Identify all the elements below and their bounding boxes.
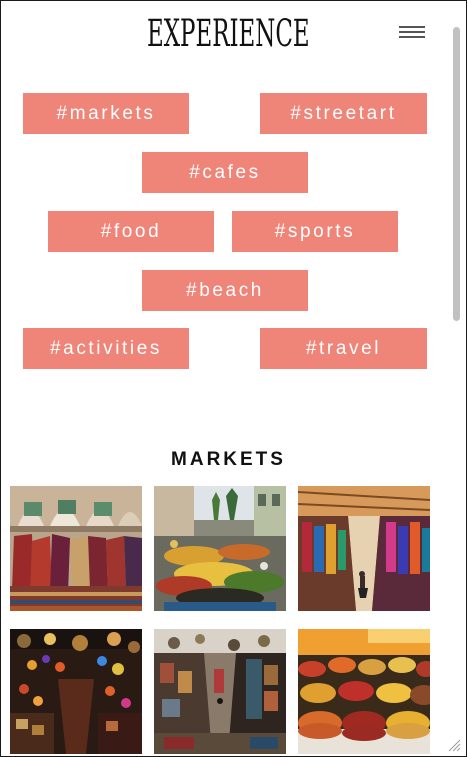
souk-alley-image bbox=[154, 629, 286, 754]
scrollbar-thumb[interactable] bbox=[453, 27, 460, 321]
market-photo-lanterns[interactable] bbox=[10, 629, 142, 754]
markets-section-title: MARKETS bbox=[171, 449, 286, 470]
menu-line bbox=[399, 31, 425, 33]
market-photo-produce[interactable] bbox=[154, 486, 286, 611]
market-photo-spices[interactable] bbox=[298, 629, 430, 754]
site-logo[interactable]: EXPERIENCE bbox=[87, 13, 369, 55]
market-photo-rugs[interactable] bbox=[10, 486, 142, 611]
tag-travel[interactable]: #travel bbox=[260, 328, 427, 369]
market-photo-alley[interactable] bbox=[298, 486, 430, 611]
page-frame: EXPERIENCE #markets #streetart #cafes #f… bbox=[0, 0, 467, 757]
menu-line bbox=[399, 26, 425, 28]
tag-beach[interactable]: #beach bbox=[142, 270, 308, 311]
tag-cafes[interactable]: #cafes bbox=[142, 152, 308, 193]
menu-line bbox=[399, 36, 425, 38]
hamburger-menu-icon[interactable] bbox=[399, 26, 425, 40]
tag-streetart[interactable]: #streetart bbox=[260, 93, 427, 134]
covered-alley-image bbox=[298, 486, 430, 611]
rug-stall-image bbox=[10, 486, 142, 611]
market-photo-souk[interactable] bbox=[154, 629, 286, 754]
produce-market-image bbox=[154, 486, 286, 611]
tag-food[interactable]: #food bbox=[48, 211, 214, 252]
tag-sports[interactable]: #sports bbox=[232, 211, 398, 252]
lantern-shop-image bbox=[10, 629, 142, 754]
resize-grip-icon[interactable] bbox=[447, 738, 461, 752]
spice-market-image bbox=[298, 629, 430, 754]
tag-markets[interactable]: #markets bbox=[23, 93, 189, 134]
tag-activities[interactable]: #activities bbox=[23, 328, 189, 369]
